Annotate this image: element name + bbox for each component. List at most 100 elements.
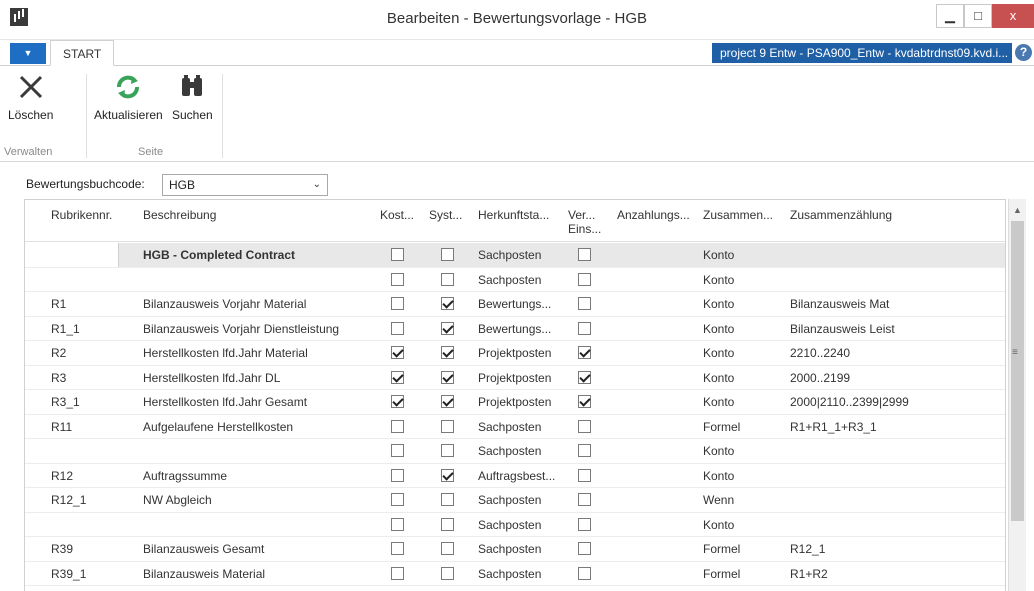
checkbox-kost[interactable] (391, 395, 404, 408)
cell-zusammen[interactable]: Konto (703, 297, 734, 311)
checkbox-syst[interactable] (441, 248, 454, 261)
col-header-vereins[interactable]: Ver... Eins... (568, 208, 601, 236)
vertical-scrollbar[interactable]: ▲ ≡ (1008, 199, 1026, 591)
cell-herkunft[interactable]: Sachposten (478, 542, 541, 556)
close-button[interactable]: x (992, 4, 1034, 28)
cell-beschreibung[interactable]: NW Abgleich (143, 493, 212, 507)
checkbox-syst[interactable] (441, 566, 454, 580)
cell-zusammen[interactable]: Konto (703, 346, 734, 360)
checkbox-kost[interactable] (391, 346, 404, 359)
table-row[interactable]: R12_1 NW Abgleich Sachposten Wenn (25, 488, 1005, 513)
search-button[interactable]: Suchen (172, 72, 213, 122)
cell-herkunft[interactable]: Sachposten (478, 248, 541, 262)
checkbox-syst[interactable] (441, 493, 454, 506)
checkbox-vereins[interactable] (578, 248, 591, 261)
cell-beschreibung[interactable]: Bilanzausweis Material (143, 567, 265, 581)
cell-rubrik[interactable]: R1 (51, 297, 66, 311)
checkbox-vereins[interactable] (578, 517, 591, 531)
bewertungsbuchcode-select[interactable]: HGB ⌄ (162, 174, 328, 196)
cell-zusammen[interactable]: Konto (703, 322, 734, 336)
checkbox-syst[interactable] (441, 542, 454, 555)
checkbox-vereins[interactable] (578, 493, 591, 506)
scroll-up-icon[interactable]: ▲ (1013, 205, 1022, 215)
col-header-kost[interactable]: Kost... (380, 208, 414, 222)
cell-zusammen[interactable]: Konto (703, 395, 734, 409)
cell-herkunft[interactable]: Sachposten (478, 273, 541, 287)
col-header-zusammen[interactable]: Zusammen... (703, 208, 773, 222)
cell-rubrik[interactable]: R1_1 (51, 322, 80, 336)
checkbox-syst[interactable] (441, 370, 454, 384)
table-row[interactable]: R39 Bilanzausweis Gesamt Sachposten Formel R… (25, 537, 1005, 562)
table-row[interactable]: R1 Bilanzausweis Vorjahr Material Bewertun… (25, 292, 1005, 317)
checkbox-syst[interactable] (441, 468, 454, 482)
cell-herkunft[interactable]: Sachposten (478, 518, 541, 532)
checkbox-vereins[interactable] (578, 419, 591, 433)
delete-button[interactable]: Löschen (8, 72, 53, 122)
checkbox-vereins[interactable] (578, 395, 591, 408)
cell-rubrik[interactable]: R11 (51, 420, 72, 434)
cell-rubrik[interactable]: R12_1 (51, 493, 86, 507)
cell-rubrik[interactable]: R3_1 (51, 395, 80, 409)
cell-herkunft[interactable]: Projektposten (478, 346, 551, 360)
checkbox-kost[interactable] (391, 321, 404, 335)
table-row[interactable]: R3_1 Herstellkosten lfd.Jahr Gesamt Projek… (25, 390, 1005, 415)
cell-herkunft[interactable]: Sachposten (478, 567, 541, 581)
table-row[interactable]: R11 Aufgelaufene Herstellkosten Sachposten… (25, 415, 1005, 439)
cell-zusammenzaehlung[interactable]: Bilanzausweis Leist (790, 322, 895, 336)
col-header-anzahlung[interactable]: Anzahlungs... (617, 208, 690, 222)
table-row[interactable]: Sachposten Konto (25, 268, 1005, 292)
cell-zusammen[interactable]: Formel (703, 542, 740, 556)
checkbox-vereins[interactable] (578, 444, 591, 457)
checkbox-vereins[interactable] (578, 272, 591, 286)
checkbox-kost[interactable] (391, 297, 404, 310)
cell-zusammenzaehlung[interactable]: 2210..2240 (790, 346, 850, 360)
checkbox-vereins[interactable] (578, 566, 591, 580)
col-header-syst[interactable]: Syst... (429, 208, 462, 222)
cell-zusammen[interactable]: Konto (703, 469, 734, 483)
cell-rubrik[interactable]: R39_1 (51, 567, 86, 581)
checkbox-syst[interactable] (441, 272, 454, 286)
cell-zusammenzaehlung[interactable]: R1+R2 (790, 567, 828, 581)
app-menu-button[interactable]: ▼ (10, 43, 46, 64)
cell-zusammenzaehlung[interactable]: Bilanzausweis Mat (790, 297, 889, 311)
checkbox-kost[interactable] (391, 468, 404, 482)
checkbox-syst[interactable] (441, 297, 454, 310)
cell-zusammen[interactable]: Formel (703, 567, 740, 581)
table-row[interactable]: R12 Auftragssumme Auftragsbest... Konto (25, 464, 1005, 488)
checkbox-kost[interactable] (391, 566, 404, 580)
cell-zusammen[interactable]: Konto (703, 518, 734, 532)
checkbox-syst[interactable] (441, 444, 454, 457)
cell-herkunft[interactable]: Sachposten (478, 420, 541, 434)
checkbox-vereins[interactable] (578, 346, 591, 359)
cell-beschreibung[interactable]: Aufgelaufene Herstellkosten (143, 420, 293, 434)
cell-rubrik[interactable]: R39 (51, 542, 73, 556)
cell-beschreibung[interactable]: Bilanzausweis Vorjahr Dienstleistung (143, 322, 339, 336)
help-icon[interactable]: ? (1015, 44, 1032, 61)
col-header-herkunft[interactable]: Herkunftsta... (478, 208, 549, 222)
checkbox-vereins[interactable] (578, 321, 591, 335)
cell-beschreibung[interactable]: Herstellkosten lfd.Jahr Gesamt (143, 395, 307, 409)
checkbox-kost[interactable] (391, 419, 404, 433)
cell-zusammenzaehlung[interactable]: 2000..2199 (790, 371, 850, 385)
cell-zusammen[interactable]: Konto (703, 248, 734, 262)
cell-herkunft[interactable]: Bewertungs... (478, 297, 551, 311)
cell-herkunft[interactable]: Projektposten (478, 395, 551, 409)
cell-zusammen[interactable]: Konto (703, 371, 734, 385)
table-row[interactable]: R2 Herstellkosten lfd.Jahr Material Projek… (25, 341, 1005, 366)
cell-zusammen[interactable]: Formel (703, 420, 740, 434)
checkbox-syst[interactable] (441, 419, 454, 433)
cell-zusammen[interactable]: Konto (703, 273, 734, 287)
cell-herkunft[interactable]: Sachposten (478, 444, 541, 458)
minimize-button[interactable]: ▁ (936, 4, 964, 28)
checkbox-kost[interactable] (391, 248, 404, 261)
cell-herkunft[interactable]: Projektposten (478, 371, 551, 385)
col-header-rubrik[interactable]: Rubrikennr. (51, 208, 112, 222)
checkbox-syst[interactable] (441, 517, 454, 531)
checkbox-vereins[interactable] (578, 297, 591, 310)
cell-rubrik[interactable]: R2 (51, 346, 66, 360)
cell-zusammenzaehlung[interactable]: 2000|2110..2399|2999 (790, 395, 909, 409)
table-row[interactable]: HGB - Completed Contract Sachposten Konto (25, 243, 1005, 268)
checkbox-vereins[interactable] (578, 542, 591, 555)
checkbox-syst[interactable] (441, 395, 454, 408)
checkbox-kost[interactable] (391, 542, 404, 555)
